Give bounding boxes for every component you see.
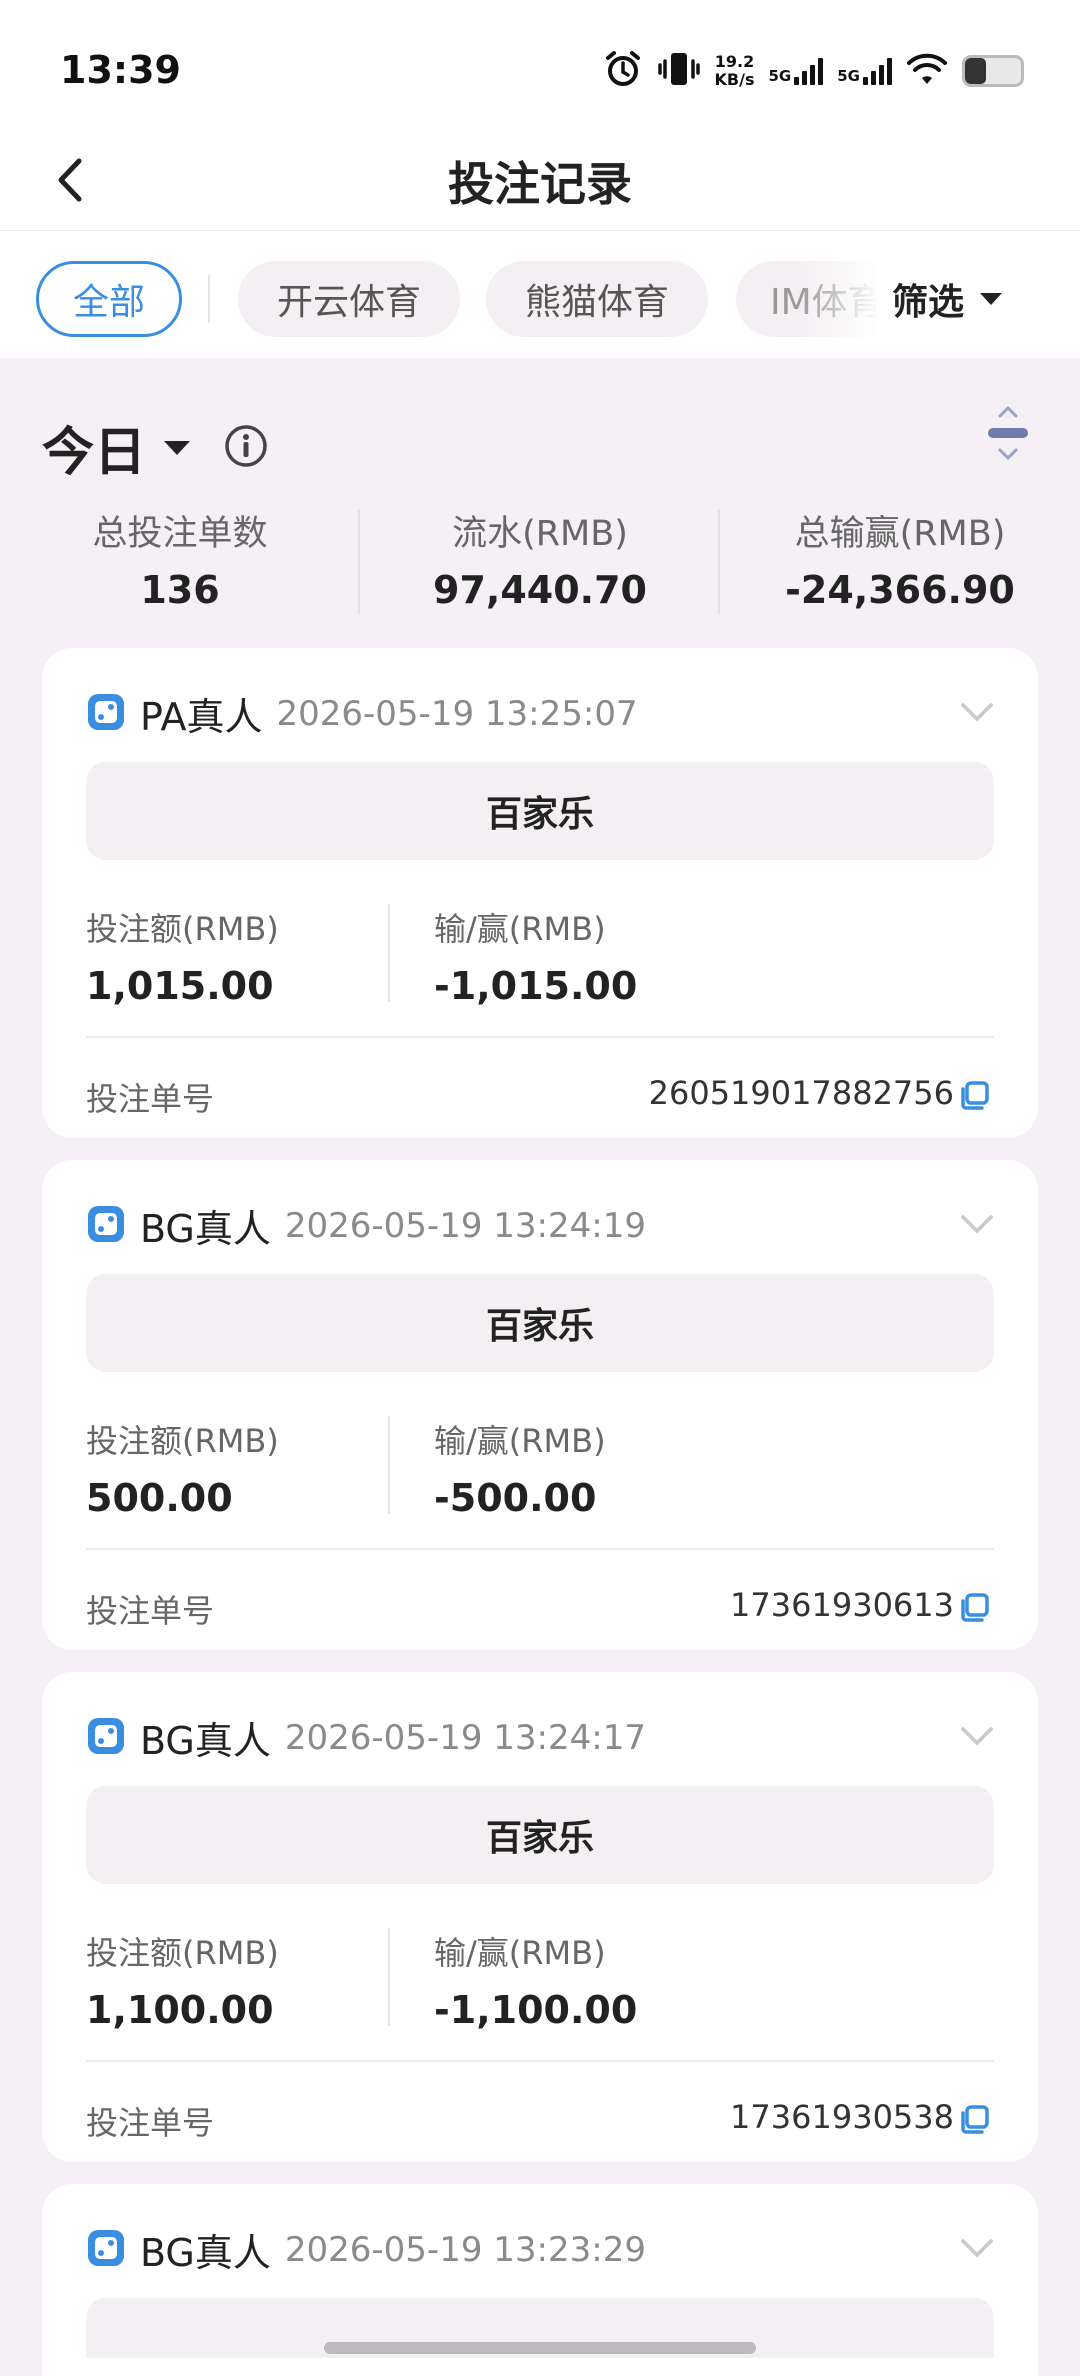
status-time: 13:39 bbox=[60, 48, 181, 92]
chevron-down-icon[interactable] bbox=[960, 1726, 994, 1750]
copy-icon[interactable] bbox=[958, 1080, 990, 1116]
dice-icon bbox=[86, 692, 126, 736]
collapse-expand-icon[interactable] bbox=[980, 404, 1036, 466]
record-game: 百家乐 bbox=[86, 1274, 994, 1372]
copy-icon[interactable] bbox=[958, 2104, 990, 2140]
summary-stats: 总投注单数 136 流水(RMB) 97,440.70 总输赢(RMB) -24… bbox=[0, 505, 1080, 620]
battery-icon bbox=[962, 55, 1024, 87]
caret-down-icon bbox=[164, 440, 191, 455]
filter-label: 筛选 bbox=[892, 282, 965, 323]
sim2-signal-icon: 5G bbox=[837, 57, 892, 85]
wifi-icon bbox=[906, 52, 948, 90]
bet-no-value: 17361930538 bbox=[730, 2098, 954, 2136]
platform-tabs: 全部 开云体育 熊猫体育 IM体育 筛选 bbox=[0, 230, 1080, 358]
record-win-loss: 输/赢(RMB) -1,015.00 bbox=[434, 910, 638, 1008]
bet-record-card[interactable]: BG真人 2026-05-19 13:24:19 百家乐 投注额(RMB) 50… bbox=[42, 1160, 1038, 1650]
page-title: 投注记录 bbox=[448, 157, 632, 211]
bet-no-value: 260519017882756 bbox=[648, 1074, 954, 1112]
bet-no-label: 投注单号 bbox=[86, 2104, 215, 2142]
bet-no-value: 17361930613 bbox=[730, 1586, 954, 1624]
home-indicator[interactable] bbox=[324, 2342, 756, 2354]
sim1-signal-icon: 5G bbox=[769, 57, 824, 85]
record-game: 百家乐 bbox=[86, 762, 994, 860]
record-datetime: 2026-05-19 13:25:07 bbox=[276, 693, 638, 734]
field-divider bbox=[388, 1928, 390, 2026]
bet-record-card[interactable]: PA真人 2026-05-19 13:25:07 百家乐 投注额(RMB) 1,… bbox=[42, 648, 1038, 1138]
tab-fade-overlay bbox=[800, 251, 880, 347]
record-header: BG真人 2026-05-19 13:24:19 bbox=[86, 1198, 646, 1253]
record-win-loss: 输/赢(RMB) -500.00 bbox=[434, 1422, 606, 1520]
nav-header: 投注记录 bbox=[0, 130, 1080, 230]
record-datetime: 2026-05-19 13:24:19 bbox=[284, 1205, 646, 1246]
tab-panda-sports[interactable]: 熊猫体育 bbox=[486, 261, 708, 337]
record-bet-amount: 投注额(RMB) 500.00 bbox=[86, 1422, 279, 1520]
network-speed: 19.2 KB/s bbox=[714, 52, 755, 89]
dice-icon bbox=[86, 2228, 126, 2272]
period-label: 今日 bbox=[42, 423, 147, 483]
tab-divider bbox=[208, 275, 210, 323]
info-icon[interactable] bbox=[224, 424, 268, 472]
record-win-loss: 输/赢(RMB) -1,100.00 bbox=[434, 1934, 638, 2032]
vibrate-icon bbox=[657, 49, 701, 93]
record-bet-amount: 投注额(RMB) 1,015.00 bbox=[86, 910, 279, 1008]
tab-all[interactable]: 全部 bbox=[36, 261, 182, 337]
field-divider bbox=[388, 1416, 390, 1514]
dice-icon bbox=[86, 1716, 126, 1760]
record-game: 百家乐 bbox=[86, 1786, 994, 1884]
chevron-down-icon[interactable] bbox=[960, 702, 994, 726]
record-header: PA真人 2026-05-19 13:25:07 bbox=[86, 686, 638, 741]
record-header: BG真人 2026-05-19 13:23:29 bbox=[86, 2222, 646, 2277]
tab-kaiyun-sports[interactable]: 开云体育 bbox=[238, 261, 460, 337]
record-header: BG真人 2026-05-19 13:24:17 bbox=[86, 1710, 646, 1765]
filter-button[interactable]: 筛选 bbox=[876, 261, 1080, 337]
bet-no-label: 投注单号 bbox=[86, 1080, 215, 1118]
alarm-icon bbox=[603, 49, 643, 93]
record-datetime: 2026-05-19 13:24:17 bbox=[284, 1717, 646, 1758]
copy-icon[interactable] bbox=[958, 1592, 990, 1628]
record-platform: PA真人 bbox=[140, 695, 263, 739]
record-platform: BG真人 bbox=[140, 2231, 271, 2275]
record-platform: BG真人 bbox=[140, 1207, 271, 1251]
summary-turnover: 流水(RMB) 97,440.70 bbox=[433, 514, 647, 612]
card-divider bbox=[86, 1548, 994, 1550]
card-divider bbox=[86, 1036, 994, 1038]
period-selector[interactable]: 今日 bbox=[42, 410, 268, 485]
status-icons: 19.2 KB/s 5G 5G bbox=[603, 48, 1024, 94]
record-platform: BG真人 bbox=[140, 1719, 271, 1763]
chevron-down-icon[interactable] bbox=[960, 2238, 994, 2262]
dice-icon bbox=[86, 1204, 126, 1248]
record-bet-amount: 投注额(RMB) 1,100.00 bbox=[86, 1934, 279, 2032]
field-divider bbox=[388, 904, 390, 1002]
record-datetime: 2026-05-19 13:23:29 bbox=[284, 2229, 646, 2270]
summary-bet-count: 总投注单数 136 bbox=[92, 514, 268, 612]
chevron-down-icon[interactable] bbox=[960, 1214, 994, 1238]
bet-no-label: 投注单号 bbox=[86, 1592, 215, 1630]
summary-win-loss: 总输赢(RMB) -24,366.90 bbox=[785, 514, 1015, 612]
caret-down-icon bbox=[980, 293, 1003, 305]
bet-record-card[interactable]: BG真人 2026-05-19 13:24:17 百家乐 投注额(RMB) 1,… bbox=[42, 1672, 1038, 2162]
status-bar: 13:39 19.2 KB/s 5G 5G bbox=[0, 0, 1080, 130]
card-divider bbox=[86, 2060, 994, 2062]
